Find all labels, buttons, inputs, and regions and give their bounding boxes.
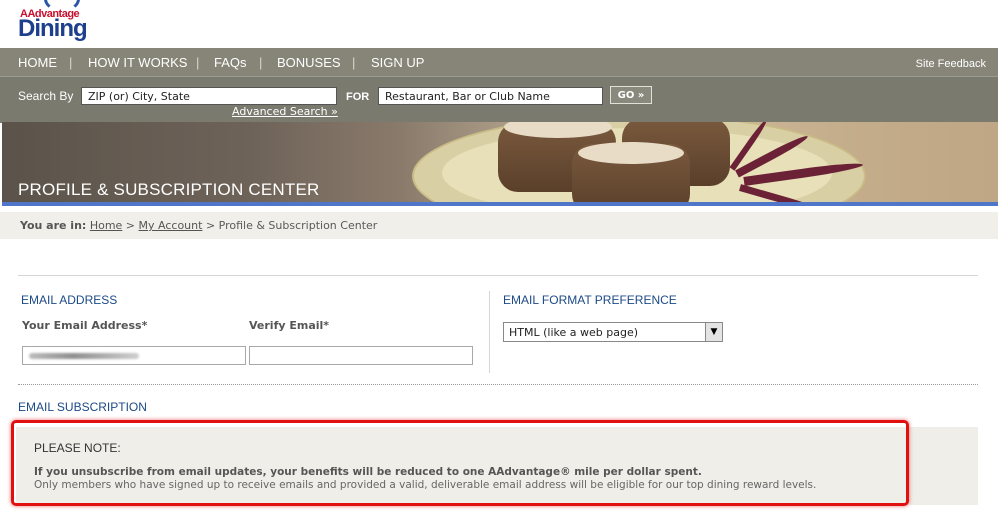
- verify-email-label: Verify Email*: [249, 319, 330, 332]
- page-title: PROFILE & SUBSCRIPTION CENTER: [18, 180, 320, 199]
- your-email-label: Your Email Address*: [22, 319, 148, 332]
- email-format-heading: EMAIL FORMAT PREFERENCE: [503, 293, 677, 307]
- nav-separator: |: [352, 55, 356, 70]
- nav-home[interactable]: HOME: [18, 55, 57, 70]
- nav-sign-up[interactable]: SIGN UP: [371, 55, 424, 70]
- main-nav: HOME | HOW IT WORKS | FAQs | BONUSES | S…: [0, 48, 998, 76]
- redacted-email-value: [29, 353, 139, 359]
- nav-separator: |: [196, 55, 200, 70]
- dotted-divider: [18, 384, 978, 385]
- chevron-down-icon[interactable]: ▼: [705, 323, 722, 341]
- nav-bonuses[interactable]: BONUSES: [277, 55, 341, 70]
- nav-separator: |: [259, 55, 263, 70]
- logo-big-text: Dining: [18, 15, 88, 42]
- please-note-box: PLEASE NOTE: If you unsubscribe from ema…: [16, 427, 978, 505]
- nav-how-it-works[interactable]: HOW IT WORKS: [88, 55, 187, 70]
- aadvantage-dining-logo[interactable]: AAdvantage Dining: [18, 0, 98, 44]
- for-label: FOR: [346, 91, 370, 103]
- breadcrumb-current: Profile & Subscription Center: [218, 219, 378, 232]
- breadcrumb: You are in: Home > My Account > Profile …: [0, 212, 998, 239]
- location-search-input[interactable]: ZIP (or) City, State: [81, 87, 337, 105]
- breadcrumb-separator: >: [125, 219, 136, 232]
- search-by-label: Search By: [18, 89, 74, 103]
- go-button-label: GO: [617, 90, 635, 101]
- dessert-top-image: [578, 142, 684, 164]
- site-feedback-link[interactable]: Site Feedback: [916, 58, 986, 70]
- search-bar: Search By ZIP (or) City, State FOR Resta…: [0, 76, 998, 123]
- nav-faqs[interactable]: FAQs: [214, 55, 247, 70]
- restaurant-search-input[interactable]: Restaurant, Bar or Club Name: [378, 87, 603, 105]
- breadcrumb-my-account-link[interactable]: My Account: [139, 219, 203, 232]
- email-format-select[interactable]: HTML (like a web page) ▼: [503, 322, 723, 342]
- note-title: PLEASE NOTE:: [34, 441, 121, 455]
- location-search-value: ZIP (or) City, State: [88, 90, 190, 103]
- email-field[interactable]: [22, 346, 246, 365]
- nav-separator: |: [69, 55, 73, 70]
- column-divider: [489, 291, 490, 373]
- restaurant-search-value: Restaurant, Bar or Club Name: [385, 90, 550, 103]
- advanced-search-link[interactable]: Advanced Search »: [232, 105, 338, 118]
- note-eligibility-text: Only members who have signed up to recei…: [34, 479, 817, 491]
- divider: [18, 275, 978, 276]
- banner-accent-bar: [2, 202, 998, 206]
- note-warning-text: If you unsubscribe from email updates, y…: [34, 466, 702, 478]
- email-subscription-heading: EMAIL SUBSCRIPTION: [18, 400, 147, 414]
- breadcrumb-home-link[interactable]: Home: [90, 219, 122, 232]
- email-address-heading: EMAIL ADDRESS: [21, 293, 118, 307]
- breadcrumb-separator: >: [205, 219, 216, 232]
- go-button[interactable]: GO »: [610, 86, 652, 104]
- verify-email-field[interactable]: [249, 346, 473, 365]
- email-format-selected: HTML (like a web page): [509, 326, 638, 339]
- double-chevron-icon: »: [634, 90, 645, 101]
- hero-banner: PROFILE & SUBSCRIPTION CENTER: [2, 122, 998, 206]
- breadcrumb-prefix: You are in:: [20, 219, 87, 232]
